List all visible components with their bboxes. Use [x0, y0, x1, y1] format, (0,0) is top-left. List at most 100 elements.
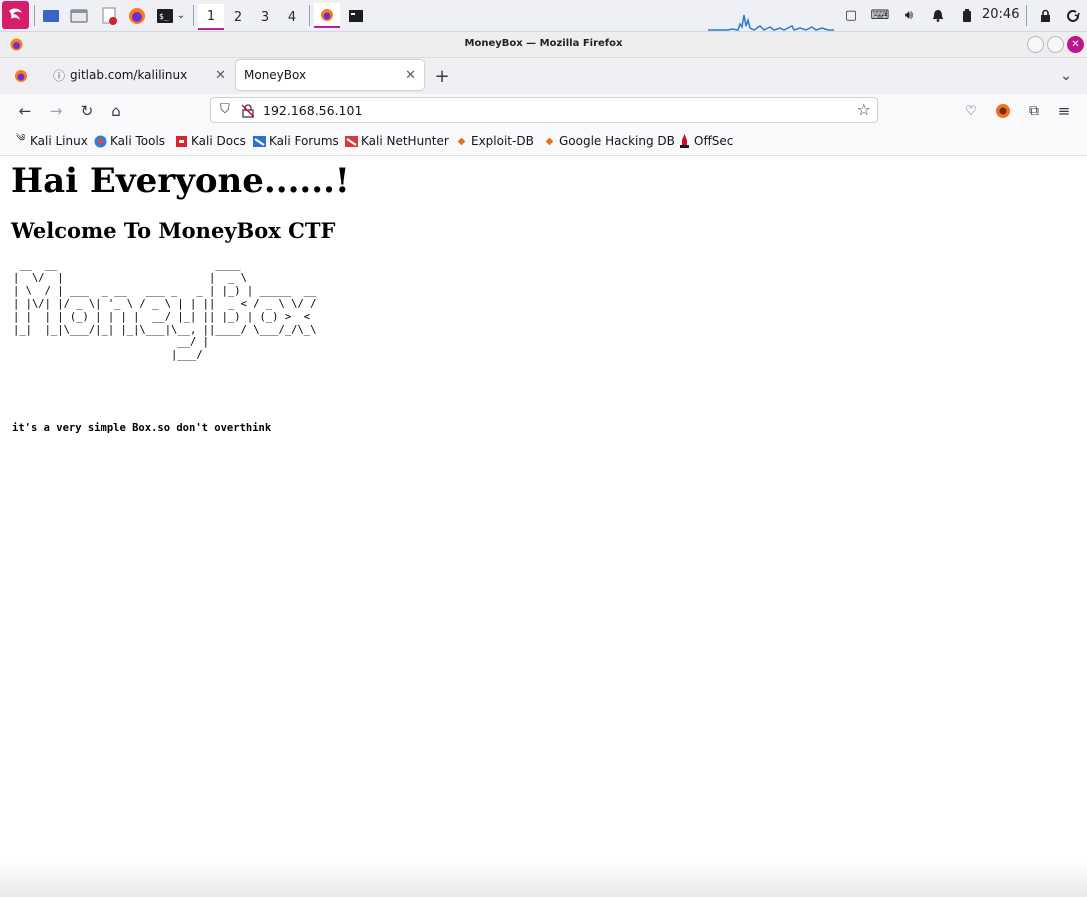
firefox-icon [321, 8, 333, 21]
arrow-right-icon: → [49, 102, 63, 120]
show-desktop-button[interactable] [38, 3, 64, 28]
bookmark-kali-nethunter[interactable]: Kali NetHunter [345, 134, 449, 148]
lock-screen-icon[interactable] [1038, 7, 1052, 24]
info-icon: ⓘ [53, 68, 66, 83]
window-bottom-edge [0, 860, 1087, 897]
app-menu-button[interactable]: ≡ [1054, 101, 1074, 121]
bookmark-offsec[interactable]: OffSec [678, 134, 733, 148]
bookmark-google-hacking-db[interactable]: ◆ Google Hacking DB [543, 134, 675, 148]
task-firefox-window[interactable] [314, 3, 340, 28]
reload-icon: ↻ [80, 102, 94, 120]
kali-forums-icon [253, 135, 266, 148]
folder-icon [70, 9, 88, 22]
close-icon: ✕ [1071, 39, 1080, 50]
bookmark-kali-docs[interactable]: Kali Docs [175, 134, 246, 148]
panel-separator [34, 5, 35, 26]
reload-button[interactable]: ↻ [77, 101, 97, 121]
bookmark-label: OffSec [694, 134, 734, 148]
bookmark-label: Kali Linux [30, 134, 88, 148]
bookmarks-toolbar: ༄ Kali Linux Kali Tools Kali Docs Kali F… [0, 128, 1087, 156]
tab-close-button[interactable]: ✕ [405, 68, 416, 83]
logout-icon[interactable] [1066, 7, 1080, 24]
keyboard-icon[interactable]: ⌨ [871, 7, 890, 24]
arrow-left-icon: ← [18, 102, 32, 120]
terminal-icon: $_ [157, 8, 173, 23]
chevron-down-icon[interactable]: ⌄ [175, 9, 187, 21]
plus-icon: + [434, 65, 450, 87]
tab-gitlab[interactable]: ⓘ gitlab.com/kalilinux ✕ [44, 60, 234, 90]
list-all-tabs-button[interactable]: ⌄ [1057, 68, 1075, 84]
new-tab-button[interactable]: + [433, 65, 451, 87]
panel-separator [309, 5, 310, 26]
puzzle-icon: ⧉ [1029, 103, 1039, 119]
clock[interactable]: 20:46 [982, 7, 1019, 22]
firefox-launcher[interactable] [124, 3, 150, 28]
window-title: MoneyBox — Mozilla Firefox [464, 38, 623, 49]
notification-bell-icon[interactable] [930, 7, 946, 24]
forward-button[interactable]: → [46, 101, 66, 121]
kali-dragon-icon [8, 8, 22, 20]
desktop-icon [43, 9, 59, 22]
workspace-2[interactable]: 2 [225, 4, 251, 30]
extensions-button[interactable]: ⧉ [1024, 101, 1044, 121]
bookmark-exploit-db[interactable]: ◆ Exploit-DB [455, 134, 534, 148]
panel-separator [1026, 5, 1027, 26]
page-heading: Hai Everyone......! [11, 161, 350, 201]
moneybox-ascii-art: __ __ ____ | \/ | | _ \ | \ / | ___ _ __… [13, 259, 317, 362]
page-content: Hai Everyone......! Welcome To MoneyBox … [0, 156, 1087, 897]
account-button[interactable] [993, 101, 1013, 121]
bookmark-label: Kali Tools [110, 134, 166, 148]
url-bar[interactable]: ⛉ 192.168.56.101 ☆ [210, 97, 878, 123]
shield-icon[interactable]: ⛉ [220, 102, 230, 117]
terminal-icon [349, 9, 363, 22]
cpu-graph-widget[interactable] [708, 12, 834, 31]
bookmark-star-button[interactable]: ☆ [857, 100, 871, 119]
bookmark-kali-forums[interactable]: Kali Forums [253, 134, 339, 148]
maximize-button[interactable] [1047, 36, 1064, 53]
bookmark-label: Kali Docs [191, 134, 246, 148]
kali-docs-icon [175, 135, 188, 148]
bookmark-kali-tools[interactable]: Kali Tools [94, 134, 165, 148]
volume-icon[interactable]: 🔊︎ [901, 7, 917, 24]
bell-icon [933, 10, 943, 22]
offsec-icon [678, 134, 691, 148]
battery-icon[interactable] [960, 7, 974, 24]
hint-text: it's a very simple Box.so don't overthin… [12, 422, 272, 434]
nethunter-icon [345, 135, 358, 148]
text-editor-launcher[interactable] [96, 3, 122, 28]
bookmark-label: Exploit-DB [471, 134, 534, 148]
workspace-3[interactable]: 3 [252, 4, 278, 30]
tab-label: gitlab.com/kalilinux [70, 68, 188, 82]
workspace-1[interactable]: 1 [198, 4, 224, 30]
window-list-icon[interactable]: ▢ [843, 7, 859, 24]
tab-close-button[interactable]: ✕ [215, 68, 226, 83]
tab-label: MoneyBox [244, 68, 307, 82]
pocket-button[interactable]: ♡ [961, 101, 981, 121]
kali-tools-icon [94, 135, 107, 148]
bookmark-label: Kali NetHunter [361, 134, 449, 148]
close-window-button[interactable]: ✕ [1067, 36, 1084, 53]
url-text[interactable]: 192.168.56.101 [263, 103, 362, 118]
workspace-4[interactable]: 4 [279, 4, 305, 30]
power-icon [1066, 10, 1080, 22]
ghdb-icon: ◆ [545, 135, 554, 147]
home-button[interactable]: ⌂ [106, 101, 126, 121]
extension-avatar-icon [996, 104, 1010, 118]
battery-icon [963, 8, 971, 22]
back-button[interactable]: ← [15, 101, 35, 121]
task-terminal-window[interactable] [343, 3, 369, 28]
pocket-icon: ♡ [965, 103, 977, 119]
kali-menu-button[interactable] [2, 1, 29, 29]
chevron-down-icon: ⌄ [1060, 68, 1072, 84]
exploit-db-icon: ◆ [457, 135, 466, 147]
bookmark-kali-linux[interactable]: ༄ Kali Linux [14, 133, 88, 148]
insecure-lock-icon[interactable] [242, 104, 254, 118]
window-titlebar[interactable]: MoneyBox — Mozilla Firefox ✕ [0, 32, 1087, 58]
tab-moneybox[interactable]: MoneyBox ✕ [236, 60, 424, 90]
lock-icon [1040, 9, 1050, 22]
firefox-view-button[interactable] [12, 68, 30, 84]
tab-strip: ⓘ gitlab.com/kalilinux ✕ MoneyBox ✕ + ⌄ [0, 58, 1087, 94]
file-manager-launcher[interactable] [66, 3, 92, 28]
firefox-icon [129, 7, 145, 24]
minimize-button[interactable] [1027, 36, 1044, 53]
